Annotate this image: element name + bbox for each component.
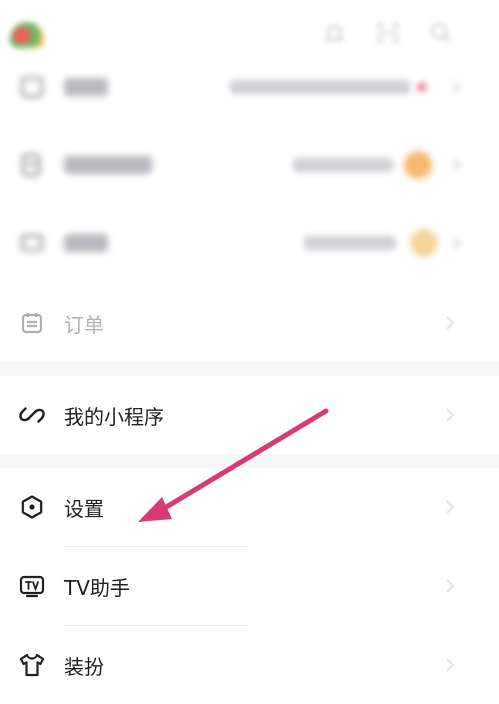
- hexagon-icon: [18, 493, 46, 521]
- menu-item-mini-programs[interactable]: 我的小程序: [0, 376, 499, 454]
- shirt-icon: [18, 651, 46, 679]
- blurred-label: [64, 78, 108, 96]
- chevron-right-icon: [443, 316, 457, 330]
- chevron-right-icon: [449, 236, 463, 250]
- menu-label-mini-programs: 我的小程序: [64, 404, 164, 429]
- menu-label-orders: 订单: [64, 312, 104, 337]
- red-dot-badge: [418, 83, 426, 91]
- blurred-label: [64, 234, 108, 252]
- tv-icon: [18, 572, 46, 600]
- bell-icon[interactable]: [321, 20, 347, 46]
- row-blurred-3[interactable]: [0, 204, 499, 282]
- blurred-icon: [18, 229, 46, 257]
- blurred-subtitle: [293, 158, 393, 172]
- chevron-right-icon: [449, 80, 463, 94]
- menu-item-orders[interactable]: 订单: [0, 284, 499, 362]
- blurred-subtitle: [230, 80, 410, 94]
- section-divider: [0, 362, 499, 376]
- calendar-icon: [18, 309, 46, 337]
- chevron-right-icon: [443, 500, 457, 514]
- chevron-right-icon: [449, 158, 463, 172]
- search-icon[interactable]: [428, 20, 454, 46]
- menu-label-settings: 设置: [64, 496, 104, 521]
- blurred-label: [64, 156, 152, 174]
- chevron-right-icon: [443, 579, 457, 593]
- row-blurred-2[interactable]: [0, 126, 499, 204]
- blurred-subtitle: [304, 236, 396, 250]
- menu-item-dressup[interactable]: 装扮: [0, 626, 499, 704]
- menu-label-tv-assistant: TV助手: [64, 575, 130, 600]
- scan-icon[interactable]: [375, 20, 401, 46]
- chevron-right-icon: [443, 658, 457, 672]
- blurred-icon: [18, 73, 46, 101]
- coin-icon: [410, 229, 438, 257]
- row-blurred-1[interactable]: [0, 48, 499, 126]
- menu-item-settings[interactable]: 设置: [0, 468, 499, 546]
- coin-icon: [404, 151, 432, 179]
- section-divider: [0, 454, 499, 468]
- menu-item-tv-assistant[interactable]: TV助手: [0, 547, 499, 625]
- chevron-right-icon: [443, 408, 457, 422]
- link-icon: [18, 401, 46, 429]
- blurred-icon: [18, 151, 46, 179]
- menu-label-dressup: 装扮: [64, 654, 104, 679]
